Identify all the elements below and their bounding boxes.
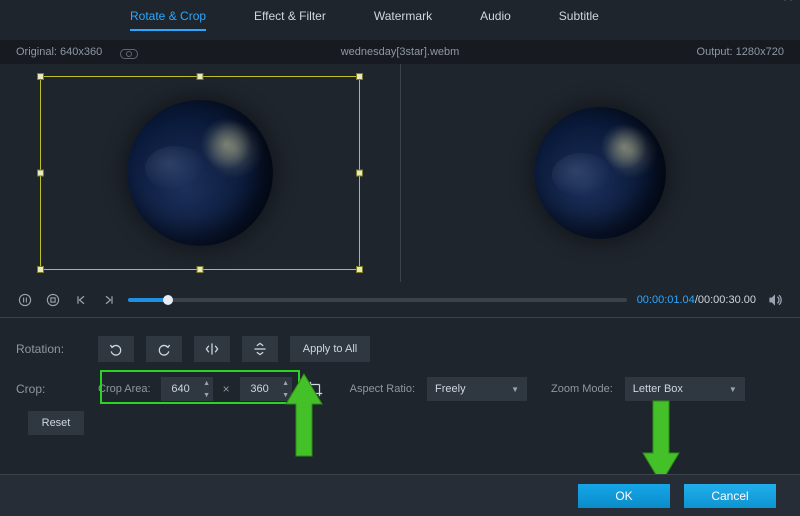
pause-button[interactable]	[16, 291, 34, 309]
crop-row: Crop: Crop Area: ▲▼ × ▲▼ Aspect Ratio: F…	[16, 374, 784, 404]
cancel-button[interactable]: Cancel	[684, 484, 776, 508]
seek-bar[interactable]	[128, 298, 627, 302]
crop-handle-l[interactable]	[37, 170, 44, 177]
volume-icon[interactable]	[766, 291, 784, 309]
footer: OK Cancel	[0, 474, 800, 516]
crop-height-input[interactable]	[240, 382, 280, 396]
chevron-down-icon: ▼	[729, 385, 737, 394]
crop-label: Crop:	[16, 382, 86, 396]
zoom-mode-select[interactable]: Letter Box ▼	[625, 377, 745, 401]
stop-button[interactable]	[44, 291, 62, 309]
playback-bar: 00:00:01.04/00:00:30.00	[0, 282, 800, 318]
output-image	[534, 107, 666, 239]
filename-label: wednesday[3star].webm	[0, 46, 800, 58]
apply-to-all-button[interactable]: Apply to All	[290, 336, 370, 362]
reset-row: Reset	[16, 408, 784, 438]
source-image	[127, 100, 273, 246]
output-preview	[401, 64, 800, 282]
multiply-icon: ×	[223, 382, 230, 396]
ok-button[interactable]: OK	[578, 484, 670, 508]
total-time: 00:00:30.00	[698, 294, 756, 306]
crop-width-input[interactable]	[161, 382, 201, 396]
tab-watermark[interactable]: Watermark	[374, 9, 432, 31]
window-controls: ✕	[758, 0, 794, 4]
spin-up-icon[interactable]: ▲	[201, 377, 213, 389]
crop-handle-bl[interactable]	[37, 266, 44, 273]
aspect-ratio-select[interactable]: Freely ▼	[427, 377, 527, 401]
flip-horizontal-button[interactable]	[194, 336, 230, 362]
tab-audio[interactable]: Audio	[480, 9, 511, 31]
spin-down-icon[interactable]: ▼	[280, 389, 292, 401]
reset-button[interactable]: Reset	[28, 411, 84, 435]
crop-handle-r[interactable]	[356, 170, 363, 177]
tab-bar: Rotate & Crop Effect & Filter Watermark …	[0, 0, 800, 40]
crop-tool-icon[interactable]	[304, 378, 326, 400]
crop-width-field[interactable]: ▲▼	[161, 377, 213, 401]
chevron-down-icon: ▼	[511, 385, 519, 394]
close-icon[interactable]: ✕	[782, 0, 794, 4]
tab-rotate-crop[interactable]: Rotate & Crop	[130, 9, 206, 31]
seek-knob[interactable]	[163, 295, 173, 305]
spin-up-icon[interactable]: ▲	[280, 377, 292, 389]
preview-stage	[0, 64, 800, 282]
current-time: 00:00:01.04	[637, 294, 695, 306]
crop-handle-b[interactable]	[196, 266, 203, 273]
zoom-mode-label: Zoom Mode:	[551, 383, 613, 395]
crop-handle-br[interactable]	[356, 266, 363, 273]
spin-down-icon[interactable]: ▼	[201, 389, 213, 401]
crop-height-field[interactable]: ▲▼	[240, 377, 292, 401]
crop-height-spinner[interactable]: ▲▼	[280, 377, 292, 401]
rotation-row: Rotation: Apply to All	[16, 334, 784, 364]
aspect-ratio-value: Freely	[435, 383, 466, 395]
info-bar: Original: 640x360 wednesday[3star].webm …	[0, 40, 800, 64]
aspect-ratio-label: Aspect Ratio:	[350, 383, 415, 395]
tab-subtitle[interactable]: Subtitle	[559, 9, 599, 31]
controls-panel: Rotation: Apply to All Crop: Crop Area: …	[0, 318, 800, 456]
crop-handle-tr[interactable]	[356, 73, 363, 80]
next-frame-button[interactable]	[100, 291, 118, 309]
rotate-left-button[interactable]	[98, 336, 134, 362]
crop-area-label: Crop Area:	[98, 383, 151, 395]
crop-handle-t[interactable]	[196, 73, 203, 80]
zoom-mode-value: Letter Box	[633, 383, 683, 395]
flip-vertical-button[interactable]	[242, 336, 278, 362]
tab-effect-filter[interactable]: Effect & Filter	[254, 9, 326, 31]
prev-frame-button[interactable]	[72, 291, 90, 309]
crop-area-group: Crop Area: ▲▼ × ▲▼	[98, 377, 292, 401]
time-display: 00:00:01.04/00:00:30.00	[637, 294, 756, 306]
rotation-label: Rotation:	[16, 342, 86, 356]
crop-width-spinner[interactable]: ▲▼	[201, 377, 213, 401]
rotate-right-button[interactable]	[146, 336, 182, 362]
source-preview[interactable]	[0, 64, 400, 282]
crop-handle-tl[interactable]	[37, 73, 44, 80]
